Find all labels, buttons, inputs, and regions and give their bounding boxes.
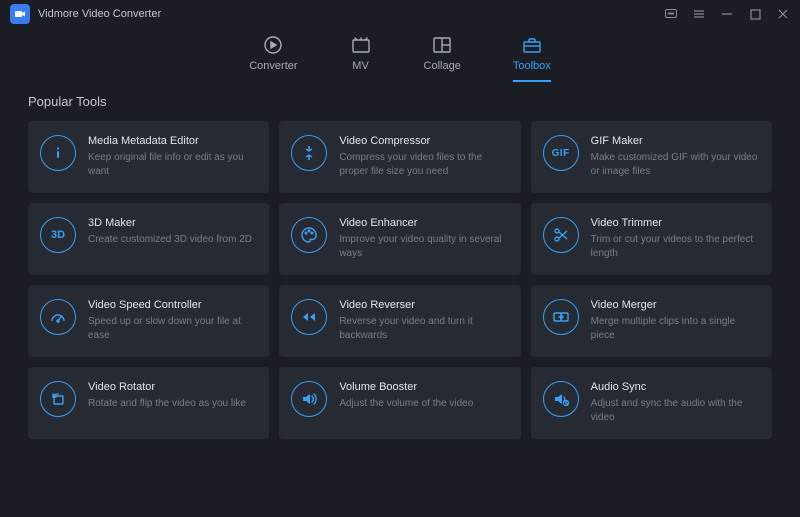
tool-video-reverser[interactable]: Video Reverser Reverse your video and tur… xyxy=(279,285,520,357)
titlebar: Vidmore Video Converter xyxy=(0,0,800,28)
app-title: Vidmore Video Converter xyxy=(38,8,161,20)
tool-desc: Speed up or slow down your file at ease xyxy=(88,315,257,342)
tool-volume-booster[interactable]: Volume Booster Adjust the volume of the v… xyxy=(279,367,520,439)
tool-desc: Merge multiple clips into a single piece xyxy=(591,315,760,342)
tool-title: Video Compressor xyxy=(339,135,508,147)
menu-icon[interactable] xyxy=(692,7,706,21)
tool-video-rotator[interactable]: Video Rotator Rotate and flip the video a… xyxy=(28,367,269,439)
nav-tabs: Converter MV Collage Toolbox xyxy=(0,28,800,82)
tool-title: Video Merger xyxy=(591,299,760,311)
tab-collage[interactable]: Collage xyxy=(424,34,461,82)
compress-icon xyxy=(291,135,327,171)
tool-title: GIF Maker xyxy=(591,135,760,147)
tool-video-compressor[interactable]: Video Compressor Compress your video file… xyxy=(279,121,520,193)
toolbox-icon xyxy=(521,34,543,56)
tool-desc: Trim or cut your videos to the perfect l… xyxy=(591,233,760,260)
tool-title: Video Trimmer xyxy=(591,217,760,229)
info-icon xyxy=(40,135,76,171)
tool-title: 3D Maker xyxy=(88,217,252,229)
tool-gif-maker[interactable]: GIF GIF Maker Make customized GIF with yo… xyxy=(531,121,772,193)
tool-media-metadata-editor[interactable]: Media Metadata Editor Keep original file … xyxy=(28,121,269,193)
tool-desc: Adjust the volume of the video xyxy=(339,397,473,411)
audio-sync-icon xyxy=(543,381,579,417)
tool-video-speed-controller[interactable]: Video Speed Controller Speed up or slow d… xyxy=(28,285,269,357)
app-logo-icon xyxy=(10,4,30,24)
tab-converter[interactable]: Converter xyxy=(249,34,297,82)
maximize-icon[interactable] xyxy=(748,7,762,21)
palette-icon xyxy=(291,217,327,253)
speedometer-icon xyxy=(40,299,76,335)
rotate-icon xyxy=(40,381,76,417)
tool-desc: Rotate and flip the video as you like xyxy=(88,397,246,411)
tab-label: Converter xyxy=(249,60,297,72)
tab-mv[interactable]: MV xyxy=(350,34,372,82)
merge-icon xyxy=(543,299,579,335)
section-title: Popular Tools xyxy=(28,94,772,109)
volume-icon xyxy=(291,381,327,417)
rewind-icon xyxy=(291,299,327,335)
tool-title: Video Enhancer xyxy=(339,217,508,229)
tool-desc: Compress your video files to the proper … xyxy=(339,151,508,178)
tool-audio-sync[interactable]: Audio Sync Adjust and sync the audio with… xyxy=(531,367,772,439)
tab-label: Toolbox xyxy=(513,60,551,72)
tool-desc: Adjust and sync the audio with the video xyxy=(591,397,760,424)
content-area: Popular Tools Media Metadata Editor Keep … xyxy=(0,82,800,457)
tool-title: Media Metadata Editor xyxy=(88,135,257,147)
tab-label: MV xyxy=(352,60,369,72)
close-icon[interactable] xyxy=(776,7,790,21)
tool-title: Video Speed Controller xyxy=(88,299,257,311)
tool-title: Video Reverser xyxy=(339,299,508,311)
tools-grid: Media Metadata Editor Keep original file … xyxy=(28,121,772,439)
tool-3d-maker[interactable]: 3D 3D Maker Create customized 3D video fr… xyxy=(28,203,269,275)
collage-icon xyxy=(431,34,453,56)
tab-toolbox[interactable]: Toolbox xyxy=(513,34,551,82)
tool-video-enhancer[interactable]: Video Enhancer Improve your video quality… xyxy=(279,203,520,275)
minimize-icon[interactable] xyxy=(720,7,734,21)
tab-label: Collage xyxy=(424,60,461,72)
converter-icon xyxy=(262,34,284,56)
tool-video-merger[interactable]: Video Merger Merge multiple clips into a … xyxy=(531,285,772,357)
gif-icon: GIF xyxy=(543,135,579,171)
tool-title: Volume Booster xyxy=(339,381,473,393)
feedback-icon[interactable] xyxy=(664,7,678,21)
tool-desc: Improve your video quality in several wa… xyxy=(339,233,508,260)
tool-video-trimmer[interactable]: Video Trimmer Trim or cut your videos to … xyxy=(531,203,772,275)
tool-desc: Create customized 3D video from 2D xyxy=(88,233,252,247)
scissors-icon xyxy=(543,217,579,253)
tool-desc: Make customized GIF with your video or i… xyxy=(591,151,760,178)
tool-desc: Keep original file info or edit as you w… xyxy=(88,151,257,178)
tool-title: Video Rotator xyxy=(88,381,246,393)
mv-icon xyxy=(350,34,372,56)
window-controls xyxy=(664,7,790,21)
3d-icon: 3D xyxy=(40,217,76,253)
tool-title: Audio Sync xyxy=(591,381,760,393)
tool-desc: Reverse your video and turn it backwards xyxy=(339,315,508,342)
